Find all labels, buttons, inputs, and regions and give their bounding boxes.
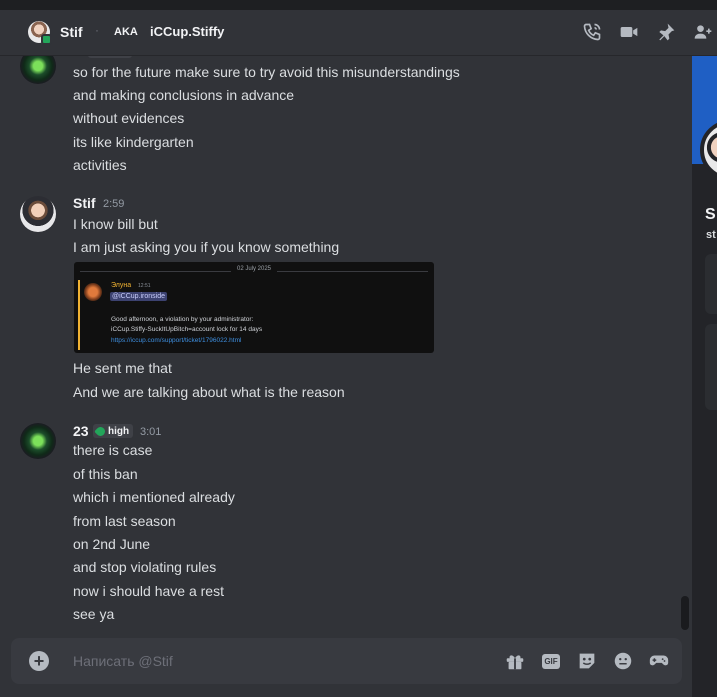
upload-plus-button[interactable]: + bbox=[29, 651, 49, 671]
profile-name: S bbox=[705, 206, 716, 223]
message-line: I know bill but bbox=[73, 216, 158, 232]
message-list: so for the future make sure to try avoid… bbox=[0, 56, 692, 639]
message-line: And we are talking about what is the rea… bbox=[73, 384, 345, 400]
profile-card bbox=[705, 254, 717, 314]
message-line: so for the future make sure to try avoid… bbox=[73, 64, 460, 80]
embed-date: 02 July 2025 bbox=[230, 266, 278, 272]
embed-time: 12:51 bbox=[138, 283, 151, 289]
message-line: see ya bbox=[73, 606, 115, 622]
message-line: its like kindergarten bbox=[73, 134, 194, 150]
message-author[interactable]: 23 bbox=[73, 423, 89, 439]
badge-label: high bbox=[108, 425, 130, 437]
header-toolbar bbox=[582, 22, 713, 42]
online-status-icon bbox=[41, 34, 52, 45]
call-icon[interactable] bbox=[582, 22, 602, 42]
user-avatar[interactable] bbox=[20, 56, 56, 84]
header-username[interactable]: Stif bbox=[60, 24, 83, 40]
role-badge bbox=[88, 56, 132, 58]
message-line: of this ban bbox=[73, 466, 138, 482]
gift-icon[interactable] bbox=[504, 650, 526, 672]
message-line: and making conclusions in advance bbox=[73, 87, 295, 103]
gif-icon[interactable]: GIF bbox=[540, 650, 562, 672]
composer-area: + GIF bbox=[0, 638, 692, 697]
message-line: on 2nd June bbox=[73, 536, 151, 552]
header-separator: · bbox=[95, 23, 99, 37]
channel-header: Stif · AKA iCCup.Stiffy bbox=[0, 10, 717, 56]
aka-label: AKA bbox=[114, 26, 138, 38]
profile-card bbox=[705, 324, 717, 410]
user-profile-panel: S st bbox=[692, 56, 717, 697]
message-line: from last season bbox=[73, 513, 176, 529]
message-author[interactable]: Stif bbox=[73, 195, 96, 211]
sticker-icon[interactable] bbox=[576, 650, 598, 672]
stif-avatar[interactable] bbox=[20, 196, 56, 232]
leaf-icon bbox=[94, 424, 107, 438]
message-composer: + GIF bbox=[11, 638, 682, 684]
activities-icon[interactable] bbox=[648, 650, 670, 672]
message-line: He sent me that bbox=[73, 360, 172, 376]
highlight-bar bbox=[78, 280, 80, 350]
message-line: I am just asking you if you know somethi… bbox=[73, 239, 340, 255]
role-badge[interactable]: high bbox=[93, 424, 134, 438]
pin-icon[interactable] bbox=[656, 22, 676, 42]
message-timestamp: 3:01 bbox=[140, 426, 162, 438]
window-top-strip bbox=[0, 0, 717, 10]
embed-avatar bbox=[84, 283, 102, 301]
embed-text: Good afternoon, a violation by your admi… bbox=[111, 316, 254, 323]
message-timestamp: 2:59 bbox=[103, 198, 125, 210]
composer-toolbar: GIF bbox=[504, 650, 670, 672]
scrollbar-thumb[interactable] bbox=[681, 596, 689, 630]
embed-mention: @iCCup.ironside bbox=[110, 292, 168, 301]
message-line: without evidences bbox=[73, 110, 185, 126]
screenshot-attachment[interactable]: 02 July 2025 Элуна 12:51 @iCCup.ironside… bbox=[74, 262, 434, 353]
add-friends-icon[interactable] bbox=[693, 22, 713, 42]
message-line: which i mentioned already bbox=[73, 489, 235, 505]
message-line: now i should have a rest bbox=[73, 583, 224, 599]
embed-link: https://iccup.com/support/ticket/1796022… bbox=[111, 337, 242, 344]
embed-author: Элуна bbox=[111, 282, 132, 289]
message-line: activities bbox=[73, 157, 127, 173]
message-input[interactable] bbox=[73, 649, 473, 673]
emoji-icon[interactable] bbox=[612, 650, 634, 672]
video-call-icon[interactable] bbox=[619, 22, 639, 42]
gif-label: GIF bbox=[542, 653, 560, 669]
embed-text: iCCup.Stiffy-SuckItUpBitch=account lock … bbox=[111, 326, 263, 333]
profile-handle: st bbox=[706, 229, 716, 241]
message-line: there is case bbox=[73, 442, 153, 458]
header-nickname: iCCup.Stiffy bbox=[150, 24, 225, 39]
user23-avatar[interactable] bbox=[20, 423, 56, 459]
message-line: and stop violating rules bbox=[73, 559, 217, 575]
